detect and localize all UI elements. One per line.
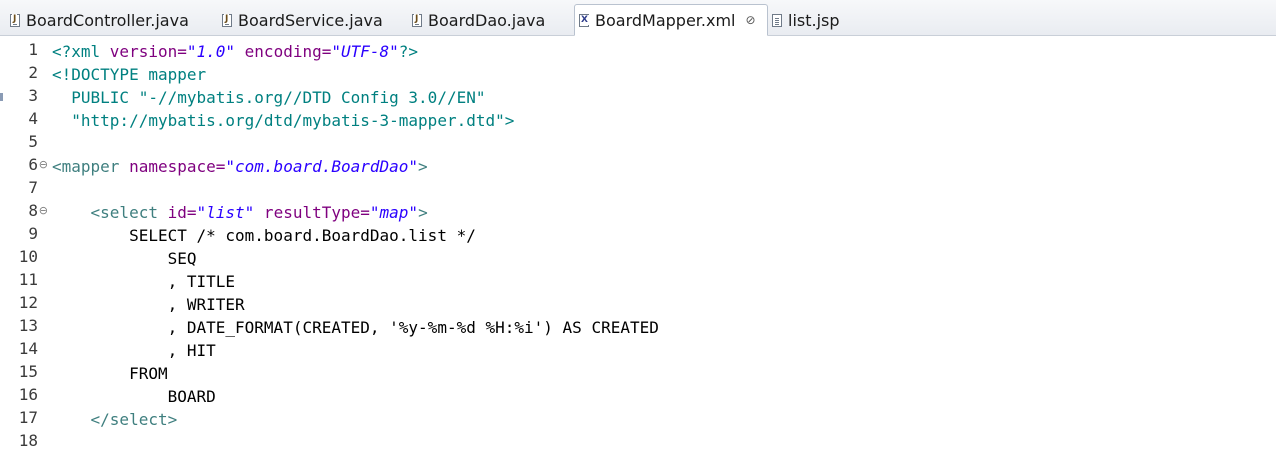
tab-board-controller[interactable]: BoardController.java <box>6 4 212 36</box>
code-token: "map" <box>369 203 419 222</box>
code-token: > <box>418 157 428 176</box>
code-token: <mapper <box>52 157 130 176</box>
tab-label: list.jsp <box>788 10 840 30</box>
tab-label: BoardService.java <box>238 10 383 30</box>
line-number: 12 <box>18 293 38 312</box>
code-token: encoding= <box>235 42 332 61</box>
code-token: ?> <box>398 42 419 61</box>
code-line: PUBLIC "-//mybatis.org//DTD Config 3.0//… <box>52 86 485 109</box>
line-number: 9 <box>28 224 38 243</box>
xml-file-icon <box>579 13 589 27</box>
code-token: FROM <box>52 364 168 383</box>
line-number: 4 <box>28 109 38 128</box>
line-number: 7 <box>28 178 38 197</box>
java-file-icon <box>412 13 422 27</box>
tab-label: BoardMapper.xml <box>595 10 736 30</box>
editor-tab-bar: BoardController.java BoardService.java B… <box>0 0 1276 36</box>
code-token: SEQ <box>52 249 197 268</box>
code-line: SEQ <box>52 247 197 270</box>
code-token: BOARD <box>52 387 216 406</box>
code-token: "1.0" <box>186 42 236 61</box>
code-line: BOARD <box>52 385 216 408</box>
fold-toggle-icon[interactable]: ⊖ <box>39 204 48 217</box>
code-token: PUBLIC "-//mybatis.org//DTD Config 3.0//… <box>52 88 486 107</box>
line-number: 1 <box>28 40 38 59</box>
code-token: resultType= <box>254 203 370 222</box>
code-token: namespace= <box>129 157 226 176</box>
tab-label: BoardDao.java <box>428 10 546 30</box>
code-token: > <box>418 203 428 222</box>
code-line: , TITLE <box>52 270 235 293</box>
line-number: 15 <box>18 362 38 381</box>
code-token: SELECT /* com.board.BoardDao.list */ <box>52 226 476 245</box>
jsp-file-icon <box>772 13 782 27</box>
line-number: 6 <box>28 155 38 174</box>
fold-toggle-icon[interactable]: ⊖ <box>39 158 48 171</box>
code-line: <!DOCTYPE mapper <box>52 63 206 86</box>
code-line: <mapper namespace="com.board.BoardDao"> <box>52 155 428 178</box>
line-number: 3 <box>28 86 38 105</box>
line-number: 8 <box>28 201 38 220</box>
code-line: SELECT /* com.board.BoardDao.list */ <box>52 224 476 247</box>
line-number: 5 <box>28 132 38 151</box>
code-token: version= <box>109 42 187 61</box>
code-token: "http://mybatis.org/dtd/mybatis-3-mapper… <box>52 111 515 130</box>
code-line: , WRITER <box>52 293 245 316</box>
code-token: , DATE_FORMAT(CREATED, '%y-%m-%d %H:%i')… <box>52 318 659 337</box>
code-line: , DATE_FORMAT(CREATED, '%y-%m-%d %H:%i')… <box>52 316 659 339</box>
line-number: 10 <box>18 247 38 266</box>
code-editor[interactable]: 1 2 3 4 5 6 ⊖ 7 8 ⊖ 9 10 11 12 13 14 15 16 17 18 <?xml vers… <box>0 37 1276 456</box>
line-number: 16 <box>18 385 38 404</box>
line-number: 2 <box>28 63 38 82</box>
line-number: 13 <box>18 316 38 335</box>
code-token: "com.board.BoardDao" <box>225 157 419 176</box>
tab-board-dao[interactable]: BoardDao.java <box>408 4 568 36</box>
java-file-icon <box>10 13 20 27</box>
code-token: <?xml <box>52 42 110 61</box>
code-line: </select> <box>52 408 178 431</box>
line-number: 14 <box>18 339 38 358</box>
code-line: FROM <box>52 362 168 385</box>
line-number: 18 <box>18 431 38 450</box>
line-number: 11 <box>18 270 38 289</box>
line-number: 17 <box>18 408 38 427</box>
code-token: , WRITER <box>52 295 245 314</box>
code-token: <!DOCTYPE mapper <box>52 65 207 84</box>
tab-label: BoardController.java <box>26 10 189 30</box>
java-file-icon <box>222 13 232 27</box>
tab-list-jsp[interactable]: list.jsp <box>768 4 858 36</box>
code-token: </select> <box>52 410 178 429</box>
close-tab-icon[interactable]: ⊘ <box>745 13 755 27</box>
code-line: , HIT <box>52 339 216 362</box>
code-token: "list" <box>196 203 255 222</box>
code-line: <select id="list" resultType="map"> <box>52 201 428 224</box>
code-token: , HIT <box>52 341 216 360</box>
tab-board-service[interactable]: BoardService.java <box>218 4 400 36</box>
code-token: id= <box>167 203 197 222</box>
code-line: <?xml version="1.0" encoding="UTF-8"?> <box>52 40 418 63</box>
tab-board-mapper[interactable]: BoardMapper.xml ⊘ <box>574 4 768 36</box>
code-token: <select <box>52 203 168 222</box>
code-token: , TITLE <box>52 272 236 291</box>
code-token: "UTF-8" <box>331 42 399 61</box>
code-line: "http://mybatis.org/dtd/mybatis-3-mapper… <box>52 109 514 132</box>
